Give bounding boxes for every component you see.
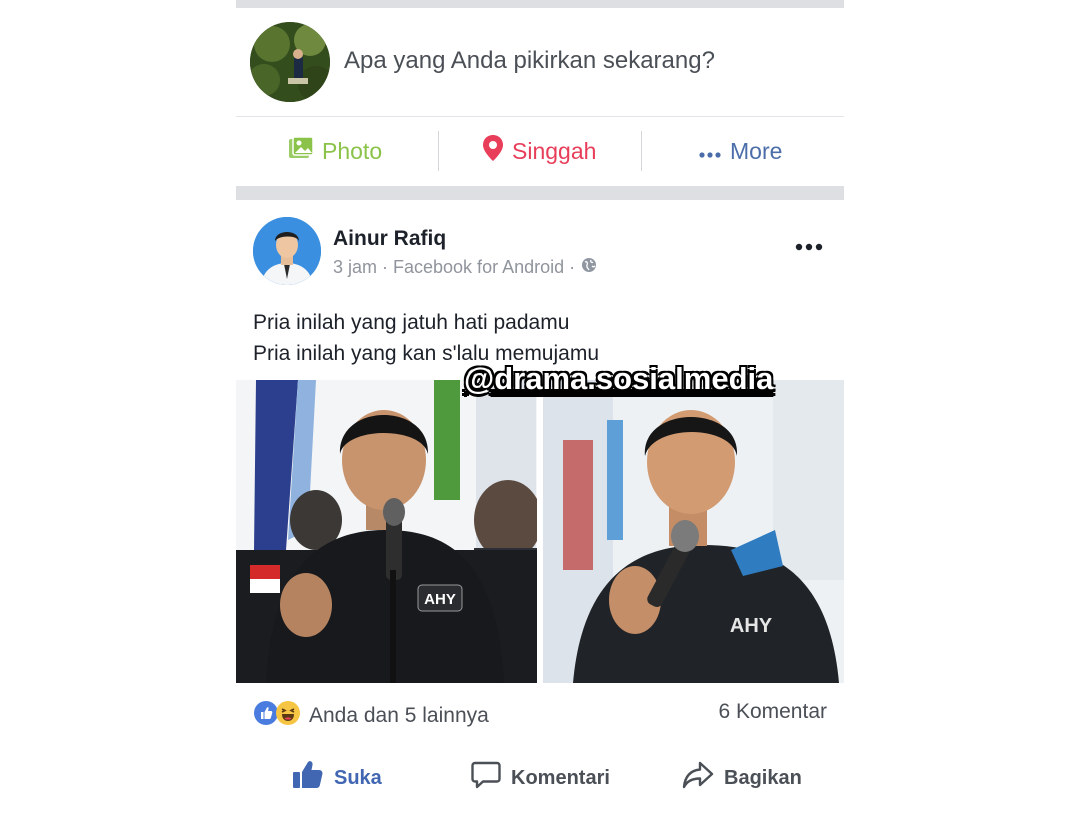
post-timestamp[interactable]: 3 jam · Facebook for Android · (333, 257, 575, 278)
shirt-label: AHY (424, 591, 456, 608)
post-text-line: Pria inilah yang jatuh hati padamu (253, 311, 570, 334)
post-actions: Suka Komentari Bagikan (236, 748, 844, 808)
post-author-name[interactable]: Ainur Rafiq (333, 227, 446, 251)
reactions-count: Anda dan 5 lainnya (309, 704, 489, 727)
more-button[interactable]: More (698, 118, 782, 184)
more-dots-icon (698, 138, 722, 165)
post-options-button[interactable] (794, 228, 824, 259)
reactions-summary[interactable]: Anda dan 5 lainnya (253, 700, 489, 732)
photo-icon (288, 136, 314, 166)
share-icon (682, 761, 714, 795)
like-label: Suka (334, 766, 382, 789)
location-pin-icon (482, 134, 504, 168)
more-label: More (730, 137, 783, 164)
post-photo[interactable]: AHY (236, 380, 537, 683)
singgah-label: Singgah (512, 137, 597, 164)
singgah-button[interactable]: Singgah (482, 118, 596, 184)
watermark-text: @drama.sosialmedia (464, 361, 774, 396)
comment-icon (471, 760, 501, 796)
feed-separator (236, 186, 844, 200)
feed-separator (236, 0, 844, 8)
status-composer-input[interactable]: Apa yang Anda pikirkan sekarang? (344, 47, 715, 75)
haha-reaction-icon (275, 700, 301, 732)
shirt-label: AHY (730, 615, 773, 637)
post-photo[interactable]: AHY (543, 380, 844, 683)
reaction-icons (253, 700, 301, 732)
like-icon (292, 760, 324, 796)
share-button[interactable]: Bagikan (682, 748, 802, 808)
photo-label: Photo (322, 137, 383, 164)
divider (438, 131, 439, 171)
post-text: Pria inilah yang jatuh hati padamu Pria … (253, 307, 599, 369)
composer-actions: Photo Singgah More (236, 118, 844, 184)
comment-label: Komentari (511, 766, 610, 789)
comment-button[interactable]: Komentari (471, 748, 610, 808)
post-meta: 3 jam · Facebook for Android · (333, 257, 597, 278)
user-avatar[interactable] (250, 22, 330, 102)
like-button[interactable]: Suka (292, 748, 382, 808)
divider (641, 131, 642, 171)
globe-icon (581, 257, 597, 278)
divider (236, 116, 844, 117)
share-label: Bagikan (724, 766, 802, 789)
news-feed: Apa yang Anda pikirkan sekarang? Photo S… (236, 0, 844, 822)
photo-button[interactable]: Photo (288, 118, 382, 184)
author-avatar[interactable] (253, 217, 321, 285)
comments-count[interactable]: 6 Komentar (718, 700, 827, 724)
